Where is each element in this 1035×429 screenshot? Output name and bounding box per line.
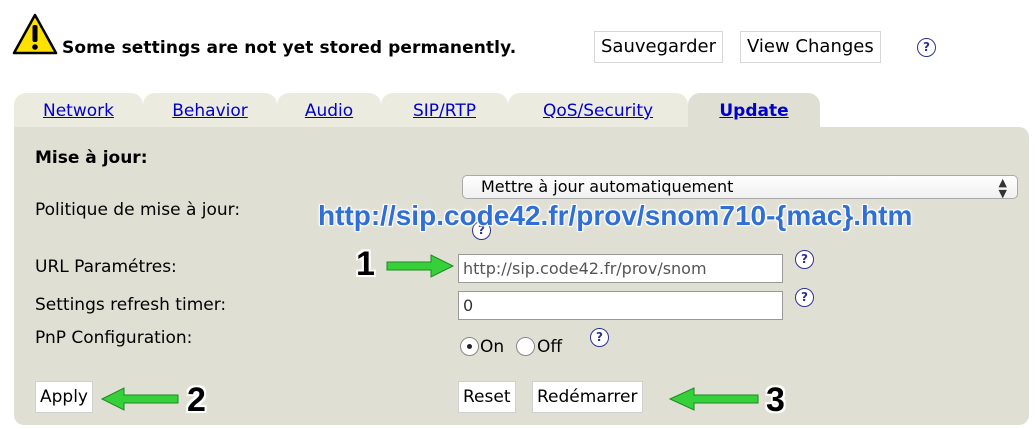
tab-behavior[interactable]: Behavior (143, 93, 277, 129)
pnp-on-label[interactable]: On (480, 337, 504, 357)
tab-audio-label[interactable]: Audio (305, 101, 353, 121)
select-arrows-icon: ▲ ▼ (998, 176, 1007, 199)
view-changes-button[interactable]: View Changes (740, 31, 881, 63)
tab-sip-rtp[interactable]: SIP/RTP (381, 93, 508, 129)
tab-sip-rtp-label[interactable]: SIP/RTP (413, 101, 476, 121)
step-2-marker: 2 (187, 381, 206, 419)
apply-button[interactable]: Apply (35, 381, 93, 413)
green-arrow-icon (100, 387, 179, 411)
refresh-timer-label: Settings refresh timer: (35, 295, 227, 315)
tab-network[interactable]: Network (14, 93, 143, 129)
help-icon[interactable]: ? (590, 328, 609, 347)
tab-update[interactable]: Update (688, 93, 820, 129)
pnp-on-radio[interactable] (460, 337, 479, 356)
help-icon[interactable]: ? (917, 38, 936, 57)
settings-url-input[interactable]: http://sip.code42.fr/prov/snom (458, 254, 783, 283)
help-icon[interactable]: ? (795, 250, 814, 269)
reset-button[interactable]: Reset (458, 381, 516, 413)
settings-url-label: URL Paramétres: (35, 257, 177, 277)
unsaved-settings-warning: Some settings are not yet stored permane… (62, 38, 517, 58)
tab-audio[interactable]: Audio (277, 93, 381, 129)
green-arrow-icon (386, 254, 455, 278)
green-arrow-icon (668, 387, 759, 411)
help-icon[interactable]: ? (795, 288, 814, 307)
refresh-timer-input[interactable]: 0 (458, 291, 783, 320)
warning-icon (12, 13, 58, 55)
step-3-marker: 3 (766, 381, 785, 419)
pnp-config-label: PnP Configuration: (35, 328, 193, 348)
update-policy-select[interactable]: Mettre à jour automatiquement ▲ ▼ (462, 175, 1018, 199)
url-annotation: http://sip.code42.fr/prov/snom710-{mac}.… (318, 200, 913, 231)
update-policy-label: Politique de mise à jour: (35, 200, 241, 220)
pnp-off-label[interactable]: Off (537, 337, 562, 357)
tab-update-label[interactable]: Update (719, 101, 788, 121)
tab-qos-security[interactable]: QoS/Security (508, 93, 688, 129)
update-policy-value: Mettre à jour automatiquement (481, 177, 734, 196)
pnp-off-radio[interactable] (516, 337, 535, 356)
tab-network-label[interactable]: Network (43, 101, 114, 121)
step-1-marker: 1 (356, 245, 375, 283)
save-button[interactable]: Sauvegarder (594, 31, 724, 63)
section-title: Mise à jour: (35, 148, 148, 168)
tab-behavior-label[interactable]: Behavior (172, 101, 248, 121)
reboot-button[interactable]: Redémarrer (532, 381, 643, 413)
tab-qos-security-label[interactable]: QoS/Security (543, 101, 653, 121)
